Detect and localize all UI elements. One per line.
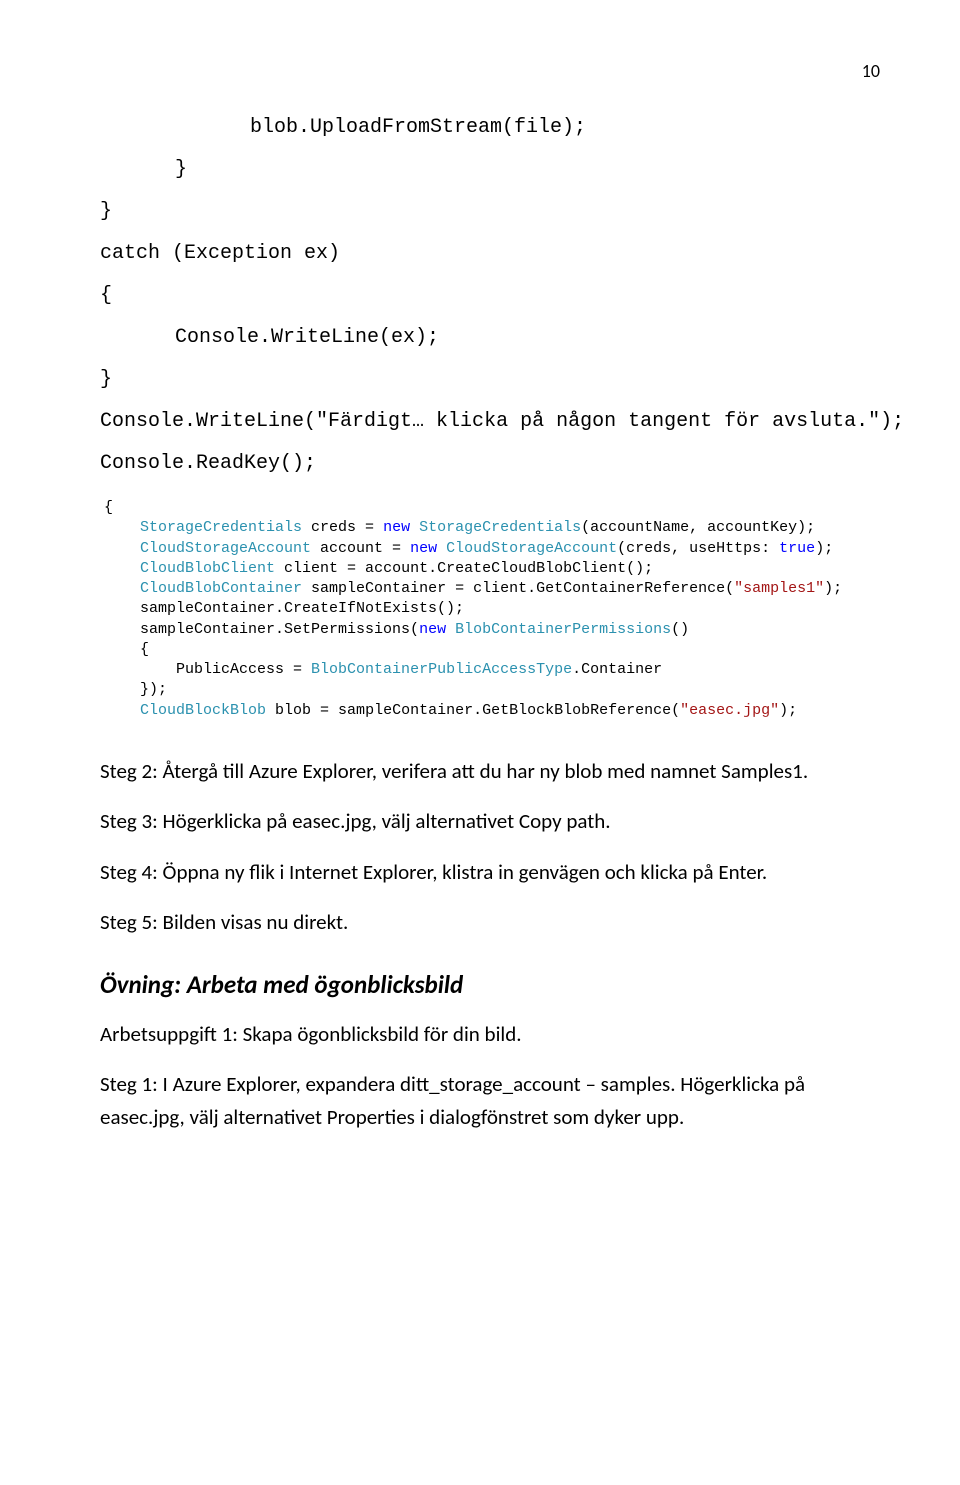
ide-type: CloudStorageAccount: [446, 540, 617, 557]
ide-type: CloudBlockBlob: [140, 702, 266, 719]
code-line-9: Console.ReadKey();: [100, 448, 880, 480]
ide-type: BlobContainerPublicAccessType: [311, 661, 572, 678]
ide-keyword: true: [779, 540, 815, 557]
step-1-after: Steg 1: I Azure Explorer, expandera ditt…: [100, 1068, 880, 1133]
code-line-3: }: [100, 196, 880, 228]
ide-txt: [104, 702, 140, 719]
exercise-heading: Övning: Arbeta med ögonblicksbild: [100, 969, 880, 1000]
ide-txt: {: [104, 641, 149, 658]
ide-txt: [104, 560, 140, 577]
code-line-1: blob.UploadFromStream(file);: [100, 112, 880, 144]
ide-brace: {: [104, 499, 113, 516]
ide-txt: client = account.CreateCloudBlobClient()…: [275, 560, 653, 577]
ide-keyword: new: [410, 540, 437, 557]
ide-string: "samples1": [734, 580, 824, 597]
code-line-6: Console.WriteLine(ex);: [100, 322, 880, 354]
step-4: Steg 4: Öppna ny flik i Internet Explore…: [100, 856, 880, 889]
code-line-7: }: [100, 364, 880, 396]
ide-keyword: new: [383, 519, 410, 536]
ide-screenshot: { StorageCredentials creds = new Storage…: [100, 490, 860, 725]
ide-type: BlobContainerPermissions: [455, 621, 671, 638]
ide-txt: creds =: [302, 519, 383, 536]
ide-txt: });: [104, 681, 167, 698]
page-number: 10: [100, 60, 880, 82]
ide-txt: );: [824, 580, 842, 597]
ide-txt: [104, 519, 140, 536]
ide-txt: .Container: [572, 661, 662, 678]
ide-txt: (): [671, 621, 689, 638]
ide-txt: [446, 621, 455, 638]
code-line-4: catch (Exception ex): [100, 238, 880, 270]
ide-txt: [104, 540, 140, 557]
ide-txt: sampleContainer = client.GetContainerRef…: [302, 580, 734, 597]
code-line-5: {: [100, 280, 880, 312]
ide-string: "easec.jpg": [680, 702, 779, 719]
step-5: Steg 5: Bilden visas nu direkt.: [100, 906, 880, 939]
ide-keyword: new: [419, 621, 446, 638]
ide-txt: );: [815, 540, 833, 557]
ide-type: CloudBlobContainer: [140, 580, 302, 597]
ide-type: StorageCredentials: [140, 519, 302, 536]
step-2: Steg 2: Återgå till Azure Explorer, veri…: [100, 755, 880, 788]
ide-txt: (accountName, accountKey);: [581, 519, 815, 536]
step-3: Steg 3: Högerklicka på easec.jpg, välj a…: [100, 805, 880, 838]
ide-txt: PublicAccess =: [104, 661, 311, 678]
ide-txt: );: [779, 702, 797, 719]
ide-txt: sampleContainer.SetPermissions(: [104, 621, 419, 638]
ide-type: CloudStorageAccount: [140, 540, 311, 557]
code-line-8: Console.WriteLine("Färdigt… klicka på nå…: [100, 406, 880, 438]
ide-type: CloudBlobClient: [140, 560, 275, 577]
task-1: Arbetsuppgift 1: Skapa ögonblicksbild fö…: [100, 1018, 880, 1051]
ide-txt: account =: [311, 540, 410, 557]
ide-txt: sampleContainer.CreateIfNotExists();: [104, 600, 464, 617]
ide-txt: [104, 580, 140, 597]
ide-txt: [437, 540, 446, 557]
ide-txt: blob = sampleContainer.GetBlockBlobRefer…: [266, 702, 680, 719]
ide-type: StorageCredentials: [419, 519, 581, 536]
ide-txt: [410, 519, 419, 536]
code-line-2: }: [100, 154, 880, 186]
ide-txt: (creds, useHttps:: [617, 540, 779, 557]
